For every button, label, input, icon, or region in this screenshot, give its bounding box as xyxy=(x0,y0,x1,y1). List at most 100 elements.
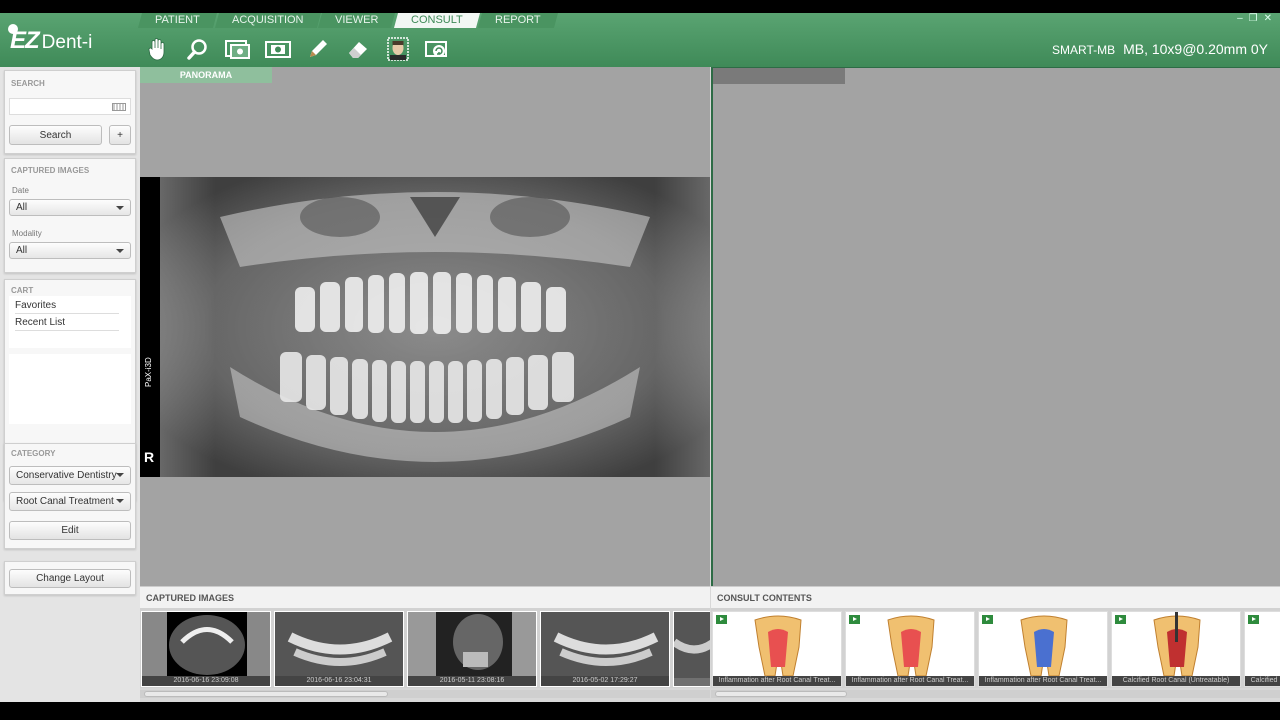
xray-graphic xyxy=(160,177,710,477)
panoramic-thumb-image xyxy=(541,612,669,678)
date-label: Date xyxy=(12,186,29,195)
thumbnail-caption: Calcified xyxy=(1245,676,1280,686)
captured-thumbnail[interactable]: 2016-06-16 23:04:31 xyxy=(274,611,404,687)
panoramic-thumb-image xyxy=(674,612,710,678)
minimize-icon[interactable]: – xyxy=(1237,13,1243,24)
restore-icon[interactable]: ❐ xyxy=(1249,13,1258,24)
category-panel: CATEGORY Conservative Dentistry Root Can… xyxy=(4,443,136,549)
panorama-tab[interactable]: PANORAMA xyxy=(140,67,272,83)
search-panel: SEARCH Search + xyxy=(4,70,136,154)
search-input[interactable] xyxy=(9,98,131,115)
taskbar xyxy=(0,702,1280,720)
cart-contents-area xyxy=(9,354,131,424)
tooth-illustration xyxy=(1020,615,1068,677)
subcategory-select[interactable]: Root Canal Treatment xyxy=(9,492,131,511)
consult-thumbnail[interactable]: Inflammation after Root Canal Treat... xyxy=(978,611,1108,687)
captured-images-title: CAPTURED IMAGES xyxy=(11,166,90,175)
close-icon[interactable]: ✕ xyxy=(1264,13,1272,24)
divider xyxy=(15,313,119,314)
tab-acquisition[interactable]: ACQUISITION xyxy=(214,13,321,28)
thumbnail-caption: 2016-06-16 23:04:31 xyxy=(275,676,403,686)
cart-list: Favorites Recent List xyxy=(9,296,131,348)
captured-images-scrollbar[interactable] xyxy=(140,690,710,698)
consult-thumbnail[interactable]: Inflammation after Root Canal Treat... xyxy=(712,611,842,687)
rotate-camera-icon[interactable] xyxy=(424,35,452,63)
viewer-right-pane[interactable] xyxy=(711,67,1280,586)
logo-dot xyxy=(8,24,18,34)
captured-thumbnail[interactable]: 2016-05-02 17:29:27 xyxy=(540,611,670,687)
magnifier-icon[interactable] xyxy=(184,35,212,63)
cart-title: CART xyxy=(11,286,34,295)
ct-scan-image xyxy=(167,612,247,678)
camera-icon[interactable] xyxy=(264,35,292,63)
chevron-down-icon xyxy=(116,499,124,503)
category-title: CATEGORY xyxy=(11,449,56,458)
captured-thumbnail[interactable]: 2016-05-11 23:08:16 xyxy=(407,611,537,687)
play-icon[interactable] xyxy=(849,615,860,624)
face-icon[interactable] xyxy=(384,35,412,63)
cart-item-favorites[interactable]: Favorites xyxy=(15,300,56,311)
search-title: SEARCH xyxy=(11,79,45,88)
device-info: SMART-MB MB, 10x9@0.20mm 0Y xyxy=(1052,41,1268,57)
device-side-text: PaX-i3D xyxy=(144,357,153,387)
left-sidebar: SEARCH Search + CAPTURED IMAGES Date All… xyxy=(0,67,140,707)
captured-images-strip: 2016-06-16 23:09:08 2016-06-16 23:04:31 … xyxy=(140,608,710,688)
app-logo: EZ Dent-i xyxy=(8,24,93,55)
tooth-illustration xyxy=(887,615,935,677)
panoramic-thumb-image xyxy=(275,612,403,678)
thumbnail-caption: 2016-06-16 23:09:08 xyxy=(142,676,270,686)
thumbnail-caption: 2016-05-11 23:08:16 xyxy=(408,676,536,686)
consult-thumbnail-partial[interactable]: Calcified xyxy=(1244,611,1280,687)
tab-viewer[interactable]: VIEWER xyxy=(318,13,396,28)
consult-contents-scrollbar[interactable] xyxy=(711,690,1280,698)
date-select[interactable]: All xyxy=(9,199,131,216)
thumbnail-caption: Inflammation after Root Canal Treat... xyxy=(979,676,1107,686)
side-marker: R xyxy=(144,449,155,465)
thumbnail-caption: Inflammation after Root Canal Treat... xyxy=(713,676,841,686)
app-window: EZ Dent-i PATIENT ACQUISITION VIEWER CONS… xyxy=(0,0,1280,720)
modality-select[interactable]: All xyxy=(9,242,131,259)
consult-contents-strip: Inflammation after Root Canal Treat... I… xyxy=(711,608,1280,688)
thumbnail-caption: 2016-05-02 17:29:27 xyxy=(541,676,669,686)
consult-thumbnail[interactable]: Inflammation after Root Canal Treat... xyxy=(845,611,975,687)
play-icon[interactable] xyxy=(982,615,993,624)
photo-capture-icon[interactable] xyxy=(224,35,252,63)
search-button[interactable]: Search xyxy=(9,125,102,145)
pen-icon[interactable] xyxy=(304,35,332,63)
top-strip xyxy=(0,0,1280,13)
panoramic-xray-image[interactable]: PaX-i3D R xyxy=(140,177,710,477)
device-name: SMART-MB xyxy=(1052,43,1116,57)
play-icon[interactable] xyxy=(1115,615,1126,624)
category-select[interactable]: Conservative Dentistry xyxy=(9,466,131,485)
tooth-illustration xyxy=(754,615,802,677)
side-strip xyxy=(140,177,160,477)
consult-thumbnail[interactable]: Calcified Root Canal (Untreatable) xyxy=(1111,611,1241,687)
right-view-tab[interactable] xyxy=(713,68,845,84)
scrollbar-thumb[interactable] xyxy=(144,691,388,697)
captured-images-panel: CAPTURED IMAGES Date All Modality All xyxy=(4,158,136,273)
tab-report[interactable]: REPORT xyxy=(477,13,558,28)
tab-patient[interactable]: PATIENT xyxy=(137,13,217,28)
chevron-down-icon xyxy=(116,249,124,253)
captured-thumbnail[interactable]: 2016-06-16 23:09:08 xyxy=(141,611,271,687)
header-bar: EZ Dent-i PATIENT ACQUISITION VIEWER CONS… xyxy=(0,13,1280,67)
hand-icon[interactable] xyxy=(144,35,172,63)
play-icon[interactable] xyxy=(716,615,727,624)
chevron-down-icon xyxy=(116,206,124,210)
layout-panel: Change Layout xyxy=(4,561,136,595)
window-controls: – ❐ ✕ xyxy=(1237,13,1272,24)
scrollbar-thumb[interactable] xyxy=(715,691,847,697)
keyboard-icon[interactable] xyxy=(112,103,126,111)
captured-thumbnail-partial[interactable] xyxy=(673,611,710,687)
device-spec: MB, 10x9@0.20mm 0Y xyxy=(1123,41,1268,57)
add-search-button[interactable]: + xyxy=(109,125,131,145)
eraser-icon[interactable] xyxy=(344,35,372,63)
logo-dent: Dent-i xyxy=(41,32,93,53)
play-icon[interactable] xyxy=(1248,615,1259,624)
chevron-down-icon xyxy=(116,473,124,477)
edit-button[interactable]: Edit xyxy=(9,521,131,540)
tab-consult[interactable]: CONSULT xyxy=(393,13,480,28)
viewer-left-pane[interactable]: PANORAMA PaX-i3D R xyxy=(140,67,710,586)
cart-item-recent-list[interactable]: Recent List xyxy=(15,317,65,328)
change-layout-button[interactable]: Change Layout xyxy=(9,569,131,588)
